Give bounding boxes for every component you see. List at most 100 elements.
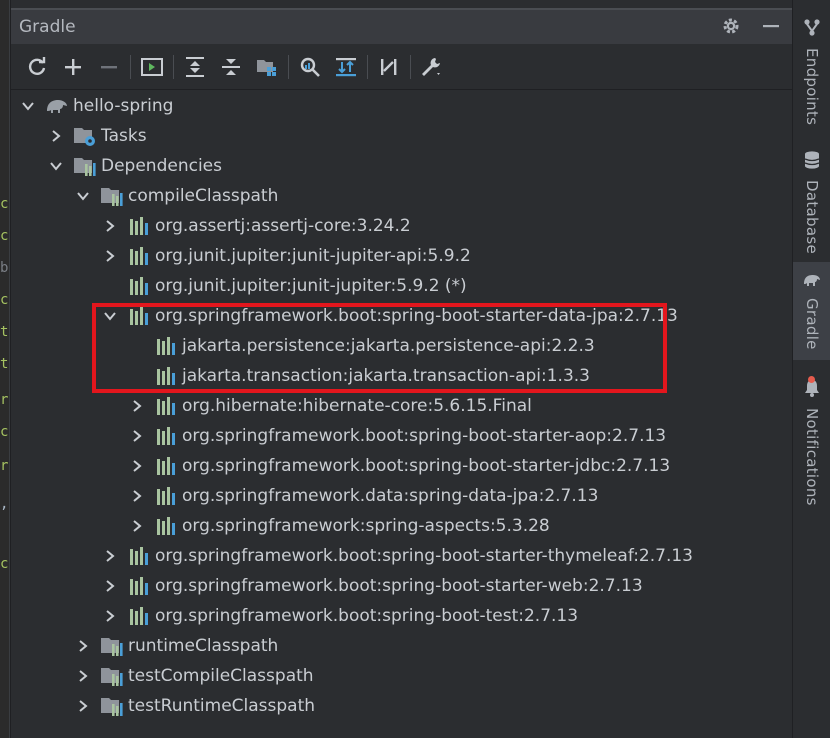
tree-node-label: org.junit.jupiter:junit-jupiter:5.9.2 (*… xyxy=(155,276,467,296)
tree-node-label: Tasks xyxy=(101,126,147,146)
stripe-button-database[interactable]: Database xyxy=(793,150,830,254)
tree-node-label: org.hibernate:hibernate-core:5.6.15.Fina… xyxy=(182,396,532,416)
collapse-all-icon[interactable] xyxy=(213,49,249,85)
remove-icon[interactable] xyxy=(91,49,127,85)
stripe-label-gradle: Gradle xyxy=(803,298,821,350)
reload-icon[interactable] xyxy=(19,49,55,85)
library-icon xyxy=(127,604,151,628)
chevron-down-icon[interactable] xyxy=(47,151,65,181)
library-icon xyxy=(127,214,151,238)
chevron-down-icon[interactable] xyxy=(101,301,119,331)
tree-node-project[interactable]: hello-spring xyxy=(19,91,173,121)
tree-node-label: hello-spring xyxy=(73,96,174,116)
editor-glyph: r xyxy=(0,458,9,474)
gradle-tool-window: Gradle hello-spring Tasks Dependencies c… xyxy=(10,0,793,738)
tree-node-label: org.springframework.boot:spring-boot-sta… xyxy=(155,546,693,566)
tree-node-dependency[interactable]: org.springframework.boot:spring-boot-sta… xyxy=(128,421,666,451)
tree-node-dependency[interactable]: org.springframework:spring-aspects:5.3.2… xyxy=(128,511,550,541)
show-dependencies-icon[interactable] xyxy=(328,49,364,85)
group-modules-icon[interactable] xyxy=(249,49,285,85)
chevron-right-icon[interactable] xyxy=(101,241,119,271)
gear-icon[interactable] xyxy=(719,14,743,38)
chevron-right-icon[interactable] xyxy=(128,421,146,451)
run-task-icon[interactable] xyxy=(134,49,170,85)
tree-node-label: Dependencies xyxy=(101,156,222,176)
folder-library-icon xyxy=(100,184,124,208)
stripe-button-gradle[interactable]: Gradle xyxy=(793,262,830,360)
tree-node-dependency[interactable]: org.springframework.boot:spring-boot-sta… xyxy=(101,571,643,601)
library-icon xyxy=(127,244,151,268)
tree-node-runtime-classpath[interactable]: runtimeClasspath xyxy=(74,631,278,661)
tree-node-label: compileClasspath xyxy=(128,186,279,206)
analyze-dependencies-icon[interactable] xyxy=(292,49,328,85)
toggle-offline-icon[interactable] xyxy=(371,49,407,85)
library-icon xyxy=(154,484,178,508)
stripe-label-notifications: Notifications xyxy=(803,408,821,506)
bell-icon xyxy=(803,376,821,402)
gradle-toolbar xyxy=(11,44,793,90)
folder-library-icon xyxy=(73,154,97,178)
tree-node-dependency[interactable]: jakarta.persistence:jakarta.persistence-… xyxy=(128,331,595,361)
tree-node-dependency[interactable]: org.springframework.data:spring-data-jpa… xyxy=(128,481,598,511)
stripe-button-notifications[interactable]: Notifications xyxy=(793,376,830,506)
editor-gutter: c c b c t t r c r , c xyxy=(0,0,10,738)
editor-glyph: c xyxy=(0,424,9,440)
tree-node-test-runtime-classpath[interactable]: testRuntimeClasspath xyxy=(74,691,315,721)
tree-node-label: org.springframework.boot:spring-boot-sta… xyxy=(155,306,678,326)
tree-node-dependencies[interactable]: Dependencies xyxy=(47,151,222,181)
endpoints-icon xyxy=(802,18,822,42)
gradle-elephant-icon xyxy=(45,94,69,118)
gradle-elephant-icon xyxy=(802,272,822,292)
chevron-right-icon[interactable] xyxy=(74,631,92,661)
folder-gear-icon xyxy=(73,124,97,148)
library-icon xyxy=(127,544,151,568)
tree-node-dependency[interactable]: org.springframework.boot:spring-boot-tes… xyxy=(101,601,578,631)
chevron-right-icon[interactable] xyxy=(128,511,146,541)
database-icon xyxy=(803,150,821,174)
tree-node-dependency[interactable]: org.junit.jupiter:junit-jupiter:5.9.2 (*… xyxy=(101,271,467,301)
chevron-right-icon[interactable] xyxy=(128,391,146,421)
tree-node-dependency[interactable]: org.junit.jupiter:junit-jupiter-api:5.9.… xyxy=(101,241,471,271)
chevron-right-icon[interactable] xyxy=(101,541,119,571)
chevron-right-icon[interactable] xyxy=(47,121,65,151)
tree-node-tasks[interactable]: Tasks xyxy=(47,121,147,151)
chevron-right-icon[interactable] xyxy=(101,601,119,631)
library-icon xyxy=(154,424,178,448)
library-icon xyxy=(127,274,151,298)
library-icon xyxy=(154,334,178,358)
chevron-down-icon[interactable] xyxy=(74,181,92,211)
chevron-right-icon[interactable] xyxy=(128,481,146,511)
stripe-button-endpoints[interactable]: Endpoints xyxy=(793,18,830,125)
right-tool-stripe: Endpoints Database Gradle Notifications xyxy=(792,0,830,738)
toolbar-separator xyxy=(410,54,411,79)
library-icon xyxy=(154,394,178,418)
editor-glyph: r xyxy=(0,392,9,408)
tree-node-dependency[interactable]: org.hibernate:hibernate-core:5.6.15.Fina… xyxy=(128,391,532,421)
tree-node-compile-classpath[interactable]: compileClasspath xyxy=(74,181,278,211)
build-settings-icon[interactable] xyxy=(414,49,450,85)
minimize-icon[interactable] xyxy=(759,14,783,38)
library-icon xyxy=(154,514,178,538)
expand-all-icon[interactable] xyxy=(177,49,213,85)
chevron-right-icon[interactable] xyxy=(74,661,92,691)
toolbar-separator xyxy=(173,54,174,79)
tree-node-dependency[interactable]: org.springframework.boot:spring-boot-sta… xyxy=(101,301,678,331)
chevron-right-icon[interactable] xyxy=(128,451,146,481)
chevron-right-icon[interactable] xyxy=(74,691,92,721)
tree-node-label: org.springframework.data:spring-data-jpa… xyxy=(182,486,599,506)
chevron-down-icon[interactable] xyxy=(19,91,37,121)
chevron-right-icon[interactable] xyxy=(101,211,119,241)
tree-node-label: jakarta.transaction:jakarta.transaction-… xyxy=(182,366,590,386)
tree-node-dependency[interactable]: jakarta.transaction:jakarta.transaction-… xyxy=(128,361,590,391)
tree-node-dependency[interactable]: org.springframework.boot:spring-boot-sta… xyxy=(128,451,670,481)
tree-node-dependency[interactable]: org.assertj:assertj-core:3.24.2 xyxy=(101,211,411,241)
tree-node-test-compile-classpath[interactable]: testCompileClasspath xyxy=(74,661,314,691)
chevron-right-icon[interactable] xyxy=(101,571,119,601)
folder-library-icon xyxy=(100,694,124,718)
tool-window-title: Gradle xyxy=(19,17,76,37)
tree-node-label: testCompileClasspath xyxy=(128,666,314,686)
tree-node-dependency[interactable]: org.springframework.boot:spring-boot-sta… xyxy=(101,541,693,571)
add-icon[interactable] xyxy=(55,49,91,85)
